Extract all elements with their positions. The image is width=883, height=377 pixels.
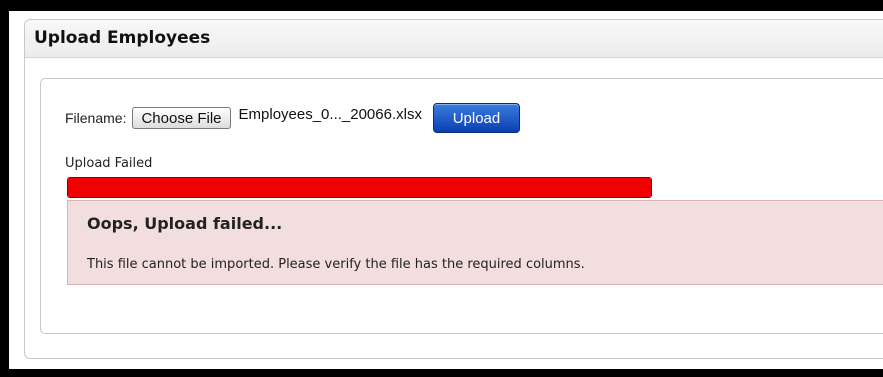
upload-status-label: Upload Failed	[65, 156, 153, 171]
error-alert-title: Oops, Upload failed...	[87, 214, 283, 233]
file-selector-row: Filename: Choose File Employees_0..._200…	[65, 103, 520, 133]
error-alert: Oops, Upload failed... This file cannot …	[67, 200, 883, 285]
upload-employees-panel: Upload Employees Filename: Choose File E…	[24, 19, 883, 359]
window-frame: Upload Employees Filename: Choose File E…	[9, 11, 883, 369]
filename-label: Filename:	[65, 110, 127, 126]
panel-title: Upload Employees	[34, 28, 211, 48]
error-alert-message: This file cannot be imported. Please ver…	[87, 257, 585, 272]
upload-progress-bar	[67, 177, 652, 198]
choose-file-button[interactable]: Choose File	[132, 107, 231, 129]
upload-button[interactable]: Upload	[432, 103, 520, 133]
upload-form-container: Filename: Choose File Employees_0..._200…	[40, 78, 883, 334]
selected-file-name: Employees_0..._20066.xlsx	[238, 105, 422, 123]
choose-file-label: Choose File	[141, 109, 222, 127]
upload-button-label: Upload	[452, 109, 501, 127]
upload-progress-fill	[68, 178, 651, 197]
panel-header: Upload Employees	[25, 20, 883, 58]
